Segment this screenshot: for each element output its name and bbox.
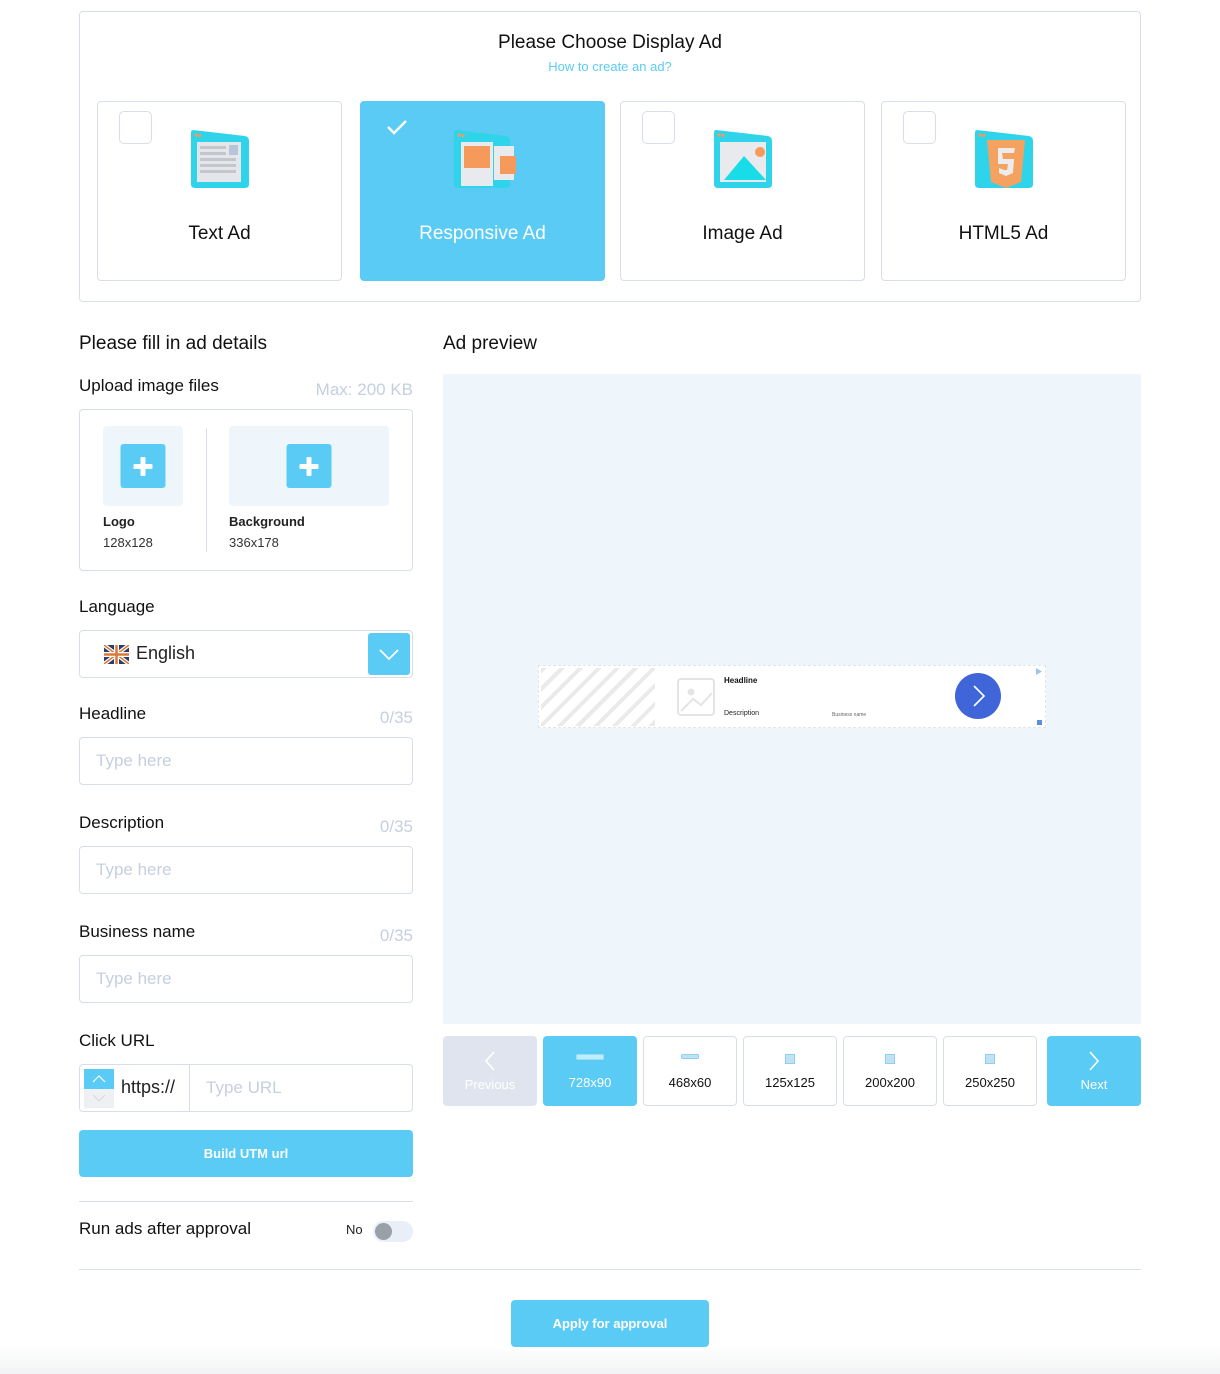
ad-type-label: Responsive Ad [419,223,546,244]
checkbox-checked[interactable] [382,111,415,144]
next-label: Next [1080,1077,1108,1092]
protocol-down-button[interactable] [84,1089,114,1108]
size-125x125[interactable]: 125x125 [743,1036,837,1106]
upload-background-name: Background [229,514,305,529]
checkbox[interactable] [119,111,152,144]
checkmark-icon [387,120,407,135]
headline-input[interactable] [79,737,413,785]
upload-logo-tile[interactable] [103,426,183,506]
plus-icon[interactable] [286,444,332,488]
chevron-right-icon [1089,1051,1100,1071]
square-size-icon [985,1054,995,1064]
toggle-state-text: No [346,1222,363,1237]
ad-info-icon[interactable] [1037,720,1042,725]
size-250x250[interactable]: 250x250 [943,1036,1037,1106]
chevron-left-icon [484,1051,495,1071]
upload-logo-name: Logo [103,514,135,529]
banner-headline: Headline [724,676,758,685]
image-ad-icon [713,130,772,188]
chooser-title: Please Choose Display Ad [498,32,722,53]
chevron-down-icon [379,649,399,661]
page-bottom-fade [0,1345,1220,1374]
run-after-approval-label: Run ads after approval [79,1219,251,1238]
checkbox[interactable] [642,111,675,144]
upload-background-size: 336x178 [229,535,279,550]
banner-description: Description [724,710,760,717]
business-name-input[interactable] [79,955,413,1003]
ad-type-responsive[interactable]: Responsive Ad [360,101,605,281]
divider [79,1201,413,1202]
banner-size-icon [681,1054,699,1059]
leaderboard-size-icon [576,1054,604,1060]
adchoices-icon[interactable] [1036,668,1042,675]
ad-type-image[interactable]: Image Ad [620,101,865,281]
banner-cta-button[interactable] [955,673,1001,719]
ad-preview-area: Headline Description Business name [443,374,1141,1024]
size-728x90[interactable]: 728x90 [543,1036,637,1106]
protocol-value: https:// [121,1077,176,1097]
html5-ad-icon [974,130,1033,188]
click-url-field: https:// [79,1064,413,1112]
size-label: 200x200 [865,1075,915,1090]
checkbox[interactable] [903,111,936,144]
dropdown-button[interactable] [368,633,410,675]
ad-type-label: Text Ad [188,223,251,244]
run-after-approval-toggle[interactable] [373,1221,413,1242]
square-size-icon [785,1054,795,1064]
how-to-create-ad-link[interactable]: How to create an ad? [80,59,1140,74]
description-input[interactable] [79,846,413,894]
upload-max-size: Max: 200 KB [315,380,413,399]
headline-counter: 0/35 [379,708,413,727]
chevron-right-icon [973,685,986,707]
divider [79,1269,1141,1270]
business-name-label: Business name [79,922,196,941]
headline-label: Headline [79,704,147,723]
display-ad-chooser: Please Choose Display Ad How to create a… [79,11,1141,302]
language-select[interactable]: English [79,630,413,678]
apply-for-approval-button[interactable]: Apply for approval [511,1300,709,1347]
background-placeholder [541,668,655,726]
upload-label: Upload image files [79,376,219,395]
upload-box: Logo 128x128 Background 336x178 [79,409,413,571]
click-url-label: Click URL [79,1031,155,1050]
next-button[interactable]: Next [1047,1036,1141,1106]
language-label: Language [79,597,155,616]
banner-business-name: Business name [832,712,867,718]
ad-type-label: HTML5 Ad [958,223,1049,244]
description-label: Description [79,813,165,832]
chevron-up-icon [92,1075,106,1083]
size-label: 125x125 [765,1075,815,1090]
ad-type-label: Image Ad [702,223,783,244]
uk-flag-icon [104,645,129,664]
size-label: 728x90 [568,1075,612,1090]
size-label: 250x250 [965,1075,1015,1090]
ad-type-html5[interactable]: HTML5 Ad [881,101,1126,281]
text-ad-icon [190,130,249,188]
details-title: Please fill in ad details [79,333,267,354]
language-value: English [136,643,196,663]
upload-logo-size: 128x128 [103,535,153,550]
divider [206,428,207,552]
upload-background-tile[interactable] [229,426,389,506]
previous-button[interactable]: Previous [443,1036,537,1106]
image-placeholder-icon [677,678,715,716]
ad-type-text[interactable]: Text Ad [97,101,342,281]
responsive-ad-icon [453,130,516,188]
description-counter: 0/35 [379,817,413,836]
size-200x200[interactable]: 200x200 [843,1036,937,1106]
build-utm-button[interactable]: Build UTM url [79,1130,413,1177]
url-input[interactable] [190,1065,412,1111]
business-name-counter: 0/35 [379,926,413,945]
toggle-knob [375,1223,392,1240]
chevron-down-icon [92,1094,106,1102]
previous-label: Previous [464,1077,516,1092]
protocol-up-button[interactable] [84,1069,114,1089]
size-label: 468x60 [668,1075,712,1090]
plus-icon[interactable] [120,444,166,488]
preview-title: Ad preview [443,333,537,354]
banner-preview: Headline Description Business name [538,665,1046,728]
size-468x60[interactable]: 468x60 [643,1036,737,1106]
square-size-icon [885,1054,895,1064]
